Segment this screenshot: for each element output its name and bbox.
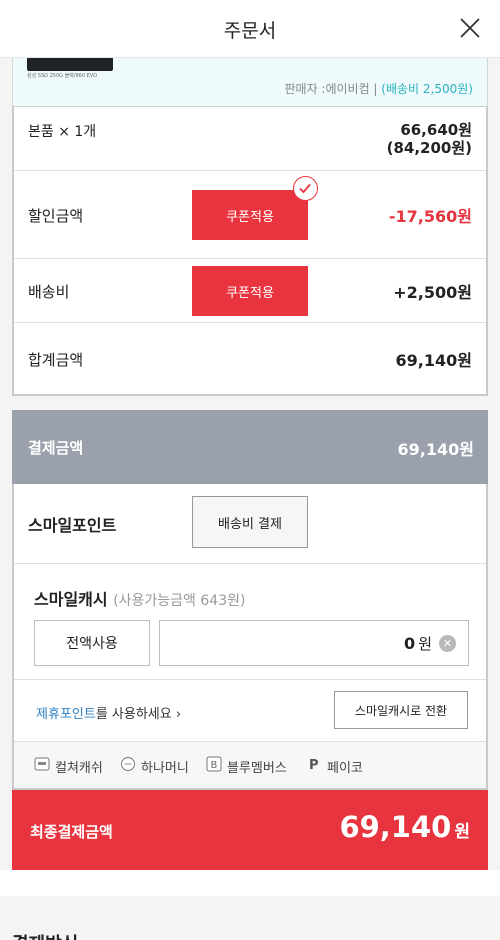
total-label: 합계금액 bbox=[28, 351, 84, 369]
seller-info: 판매자 :에이비컴 | (배송비 2,500원) bbox=[284, 80, 473, 97]
smile-cash-amount: 0원 bbox=[404, 633, 432, 654]
partner-point-link[interactable]: 제휴포인트를 사용하세요 › bbox=[36, 703, 181, 722]
item-row: 본품 × 1개 66,640원 (84,200원) bbox=[14, 107, 486, 171]
payment-amount-value: 69,140원 bbox=[397, 440, 474, 459]
svg-text:B: B bbox=[211, 760, 218, 771]
final-payment-amount: 69,140 원 bbox=[339, 810, 470, 844]
item-price: 66,640원 (84,200원) bbox=[387, 121, 472, 157]
shipping-fee-note: (배송비 2,500원) bbox=[381, 82, 473, 96]
final-payment-label: 최종결제금액 bbox=[30, 823, 113, 841]
section-spacer bbox=[0, 870, 500, 896]
payment-section: 결제금액 69,140원 스마일포인트 배송비 결제 스마일캐시 (사용가능금액… bbox=[12, 410, 488, 790]
final-payment-bar: 최종결제금액 69,140 원 bbox=[12, 790, 488, 870]
total-row: 합계금액 69,140원 bbox=[14, 323, 486, 395]
payco-icon: P bbox=[308, 756, 322, 776]
header-bar: 주문서 bbox=[0, 0, 500, 58]
amount-unit: 원 bbox=[418, 635, 432, 653]
smile-cash-row: 스마일캐시 (사용가능금액 643원) 전액사용 0원 ✕ bbox=[14, 564, 486, 680]
final-amount-unit: 원 bbox=[454, 822, 470, 842]
chevron-right-icon: › bbox=[175, 707, 182, 722]
partner-item-payco[interactable]: P 페이코 bbox=[308, 756, 363, 776]
partner-name: 블루멤버스 bbox=[227, 760, 287, 776]
partner-list: 컬쳐캐쉬 하나머니 B 블루멤버스 P 페이코 bbox=[14, 742, 486, 788]
partner-item-culture-cash[interactable]: 컬쳐캐쉬 bbox=[34, 756, 103, 776]
partner-name: 컬쳐캐쉬 bbox=[55, 760, 103, 776]
shipping-amount: +2,500원 bbox=[393, 283, 472, 302]
partner-item-hana-money[interactable]: 하나머니 bbox=[120, 756, 189, 776]
shipping-row: 배송비 쿠폰적용 +2,500원 bbox=[14, 259, 486, 323]
check-icon bbox=[293, 176, 318, 201]
final-amount-value: 69,140 bbox=[339, 810, 452, 844]
svg-text:P: P bbox=[309, 758, 319, 772]
partner-point-highlight: 제휴포인트 bbox=[36, 707, 96, 722]
shipping-payment-button[interactable]: 배송비 결제 bbox=[192, 496, 308, 548]
hana-money-icon bbox=[120, 756, 136, 776]
close-icon[interactable] bbox=[458, 16, 482, 40]
discount-label: 할인금액 bbox=[28, 207, 84, 225]
payment-amount-label: 결제금액 bbox=[28, 439, 84, 457]
item-quantity-label: 본품 × 1개 bbox=[28, 124, 97, 140]
blue-members-icon: B bbox=[206, 756, 222, 776]
smile-point-label: 스마일포인트 bbox=[28, 516, 117, 535]
payment-method-title: 결제방식 bbox=[12, 930, 78, 940]
product-thumbnail bbox=[27, 58, 113, 71]
discount-coupon-button[interactable]: 쿠폰적용 bbox=[192, 190, 308, 240]
smile-cash-available: (사용가능금액 643원) bbox=[113, 593, 246, 609]
partner-item-blue-members[interactable]: B 블루멤버스 bbox=[206, 756, 287, 776]
partner-point-text: 를 사용하세요 bbox=[95, 707, 172, 722]
item-price-current: 66,640원 bbox=[400, 121, 472, 139]
total-amount: 69,140원 bbox=[395, 351, 472, 370]
product-thumbnail-label: 삼성 SSD 250G 블랙/860 EVO bbox=[27, 73, 98, 79]
page-title: 주문서 bbox=[223, 20, 277, 42]
partner-name: 하나머니 bbox=[141, 760, 189, 776]
clear-icon[interactable]: ✕ bbox=[439, 635, 456, 652]
partner-point-row: 제휴포인트를 사용하세요 › 스마일캐시로 전환 bbox=[14, 680, 486, 742]
amount-value: 0 bbox=[404, 634, 416, 653]
full-use-button[interactable]: 전액사용 bbox=[34, 620, 150, 666]
partner-name: 페이코 bbox=[327, 760, 363, 776]
shipping-coupon-button[interactable]: 쿠폰적용 bbox=[192, 266, 308, 316]
smile-cash-title: 스마일캐시 (사용가능금액 643원) bbox=[34, 586, 245, 610]
shipping-label: 배송비 bbox=[28, 283, 70, 301]
convert-to-smile-cash-button[interactable]: 스마일캐시로 전환 bbox=[334, 691, 468, 729]
product-info: 삼성 SSD 250G 블랙/860 EVO 판매자 :에이비컴 | (배송비 … bbox=[12, 58, 488, 106]
payment-amount-header: 결제금액 69,140원 bbox=[12, 410, 488, 484]
smile-cash-label: 스마일캐시 bbox=[34, 590, 108, 609]
discount-amount: -17,560원 bbox=[388, 207, 472, 226]
smile-cash-amount-input[interactable]: 0원 ✕ bbox=[159, 620, 469, 666]
smile-point-row: 스마일포인트 배송비 결제 bbox=[14, 484, 486, 564]
seller-name: 판매자 :에이비컴 | bbox=[284, 82, 382, 96]
price-summary: 본품 × 1개 66,640원 (84,200원) 할인금액 쿠폰적용 -17,… bbox=[12, 106, 488, 396]
culture-cash-icon bbox=[34, 756, 50, 776]
discount-row: 할인금액 쿠폰적용 -17,560원 bbox=[14, 171, 486, 259]
item-price-original: (84,200원) bbox=[386, 139, 472, 157]
